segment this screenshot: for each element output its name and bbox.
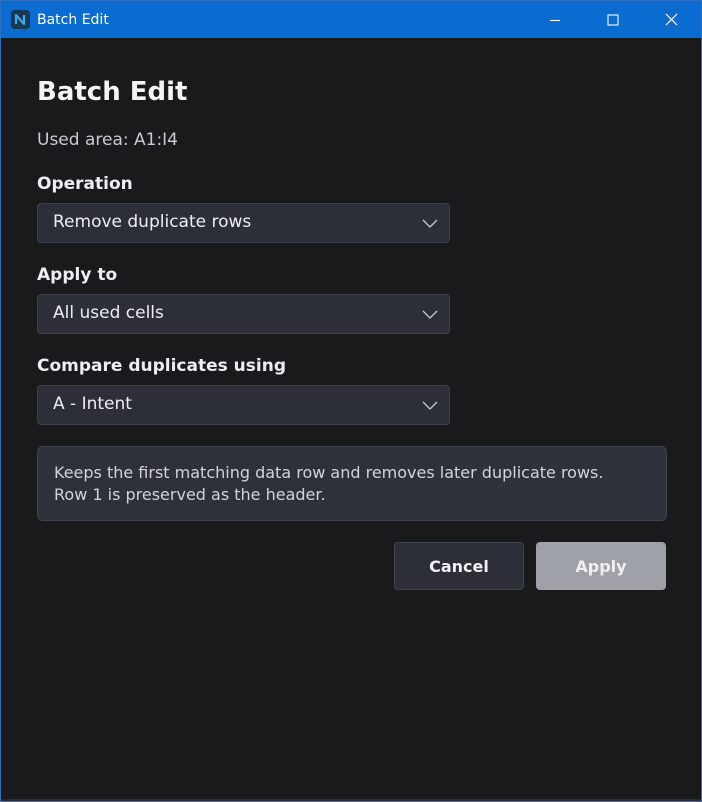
minimize-button[interactable] (526, 1, 584, 38)
dialog-content: Batch Edit Used area: A1:I4 Operation Re… (1, 38, 701, 801)
apply-button[interactable]: Apply (536, 542, 666, 590)
apply-to-select[interactable]: All used cells (37, 294, 450, 334)
maximize-button[interactable] (584, 1, 642, 38)
operation-description-box: Keeps the first matching data row and re… (37, 446, 667, 521)
batch-edit-window: Batch Edit Batch Edit Used area: A1:I4 O… (0, 0, 702, 802)
apply-to-select-value: All used cells (53, 303, 164, 323)
page-title: Batch Edit (37, 77, 188, 107)
app-logo-icon (11, 10, 30, 29)
cancel-button[interactable]: Cancel (394, 542, 524, 590)
compare-duplicates-label: Compare duplicates using (37, 356, 286, 376)
close-icon (665, 13, 677, 26)
chevron-down-icon (422, 219, 438, 228)
operation-label: Operation (37, 174, 133, 194)
compare-duplicates-select-value: A - Intent (53, 394, 132, 414)
window-bottom-edge (1, 799, 701, 801)
chevron-down-icon (422, 401, 438, 410)
minimize-icon (550, 19, 560, 21)
description-line-1: Keeps the first matching data row and re… (54, 463, 604, 482)
description-line-2: Row 1 is preserved as the header. (54, 485, 326, 504)
operation-select-value: Remove duplicate rows (53, 212, 252, 232)
apply-to-label: Apply to (37, 265, 118, 285)
close-button[interactable] (642, 1, 700, 38)
operation-select[interactable]: Remove duplicate rows (37, 203, 450, 243)
title-bar[interactable]: Batch Edit (1, 1, 701, 38)
maximize-icon (607, 13, 619, 26)
compare-duplicates-select[interactable]: A - Intent (37, 385, 450, 425)
chevron-down-icon (422, 310, 438, 319)
used-area-text: Used area: A1:I4 (37, 130, 178, 150)
window-title: Batch Edit (37, 12, 109, 28)
